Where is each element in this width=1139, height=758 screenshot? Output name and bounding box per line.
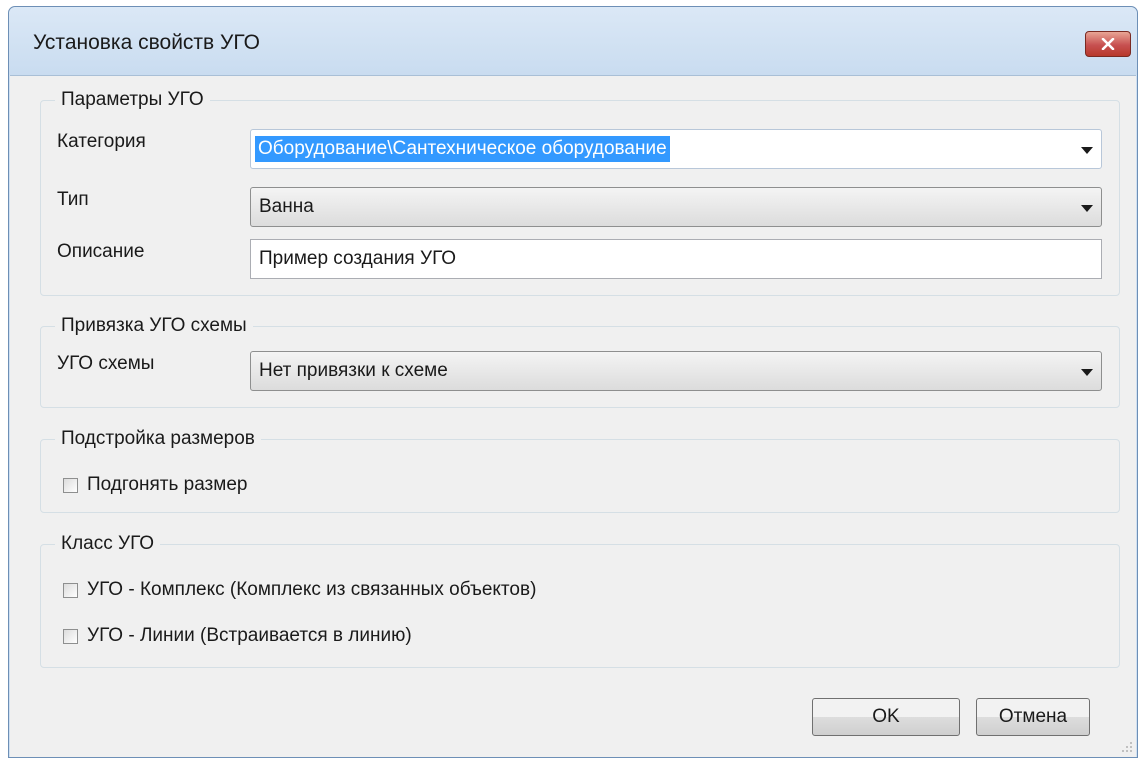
- chevron-down-icon[interactable]: [1081, 369, 1093, 376]
- group-legend-params: Параметры УГО: [55, 88, 210, 112]
- complex-option[interactable]: УГО - Комплекс (Комплекс из связанных об…: [63, 579, 536, 601]
- group-legend-size: Подстройка размеров: [55, 427, 261, 451]
- dialog-window: Установка свойств УГО Параметры УГО Кате…: [8, 6, 1138, 758]
- description-input[interactable]: [251, 240, 1101, 278]
- fit-size-option[interactable]: Подгонять размер: [63, 474, 247, 496]
- description-label: Описание: [57, 241, 145, 262]
- resize-grip-icon[interactable]: [1121, 741, 1133, 754]
- category-combobox[interactable]: Оборудование\Сантехническое оборудование: [250, 129, 1102, 169]
- type-value: Ванна: [259, 196, 314, 217]
- title-bar[interactable]: Установка свойств УГО: [9, 7, 1137, 75]
- group-legend-binding: Привязка УГО схемы: [55, 314, 253, 338]
- scheme-value: Нет привязки к схеме: [259, 360, 448, 381]
- dialog-body: Параметры УГО Категория Оборудование\Сан…: [10, 75, 1136, 757]
- line-checkbox[interactable]: [63, 628, 78, 644]
- fit-size-label[interactable]: Подгонять размер: [87, 474, 247, 496]
- cancel-button[interactable]: Отмена: [976, 698, 1090, 736]
- category-label: Категория: [57, 131, 146, 152]
- category-value[interactable]: Оборудование\Сантехническое оборудование: [255, 136, 670, 162]
- chevron-down-icon[interactable]: [1081, 147, 1093, 154]
- close-button[interactable]: [1085, 31, 1131, 57]
- line-option[interactable]: УГО - Линии (Встраивается в линию): [63, 625, 412, 647]
- ok-button[interactable]: OK: [812, 698, 960, 736]
- group-ugo-params: Параметры УГО Категория Оборудование\Сан…: [40, 88, 1120, 296]
- group-legend-class: Класс УГО: [55, 532, 161, 556]
- scheme-combobox[interactable]: Нет привязки к схеме: [250, 351, 1102, 391]
- line-label[interactable]: УГО - Линии (Встраивается в линию): [87, 625, 412, 647]
- scheme-label: УГО схемы: [57, 353, 155, 374]
- type-combobox[interactable]: Ванна: [250, 187, 1102, 227]
- close-icon: [1101, 38, 1115, 50]
- description-field[interactable]: [250, 239, 1102, 279]
- complex-label[interactable]: УГО - Комплекс (Комплекс из связанных об…: [87, 579, 536, 601]
- group-size-adjust: Подстройка размеров Подгонять размер: [40, 427, 1120, 513]
- type-label: Тип: [57, 189, 89, 210]
- fit-size-checkbox[interactable]: [63, 477, 78, 493]
- chevron-down-icon[interactable]: [1081, 205, 1093, 212]
- group-scheme-binding: Привязка УГО схемы УГО схемы Нет привязк…: [40, 314, 1120, 408]
- complex-checkbox[interactable]: [63, 582, 78, 598]
- group-ugo-class: Класс УГО УГО - Комплекс (Комплекс из св…: [40, 532, 1120, 668]
- window-title: Установка свойств УГО: [33, 31, 260, 54]
